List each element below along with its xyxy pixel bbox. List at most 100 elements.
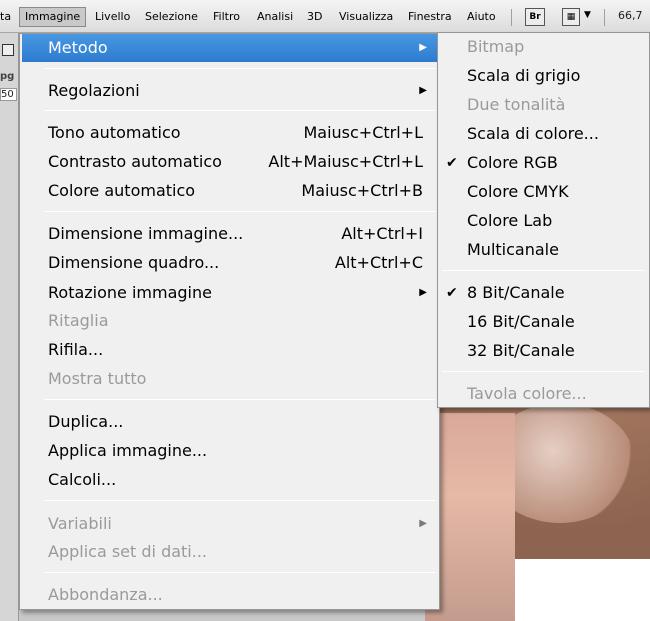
menu-item-duplica[interactable]: Duplica... <box>22 408 437 436</box>
menu-finestra[interactable]: Finestra <box>403 7 457 27</box>
menu-item-regolazioni[interactable]: Regolazioni ▶ <box>22 77 437 105</box>
menu-separator <box>442 270 645 271</box>
shortcut-label: Alt+Maiusc+Ctrl+L <box>268 152 423 171</box>
checkmark-icon: ✔ <box>446 155 458 171</box>
menu-item-label: Rotazione immagine <box>48 283 212 302</box>
options-panel: pg 50 <box>0 33 19 621</box>
menu-livello[interactable]: Livello <box>90 7 135 27</box>
menu-item-label: Colore RGB <box>467 153 558 172</box>
menu-modifica[interactable]: ta <box>0 7 16 27</box>
menu-item-label: Colore CMYK <box>467 182 569 201</box>
menu-item-label: Dimensione immagine... <box>48 224 244 243</box>
submenu-item-scala-di-colore[interactable]: Scala di colore... <box>440 120 647 148</box>
shortcut-label: Maiusc+Ctrl+L <box>303 123 423 142</box>
menu-item-label: Scala di grigio <box>467 66 581 85</box>
menu-immagine[interactable]: Immagine <box>19 7 87 27</box>
submenu-arrow-icon: ▶ <box>419 287 427 298</box>
menu-item-label: Calcoli... <box>48 470 117 489</box>
submenu-item-scala-di-grigio[interactable]: Scala di grigio <box>440 62 647 90</box>
menu-item-label: Applica set di dati... <box>48 542 207 561</box>
menu-separator <box>44 399 435 400</box>
menu-item-colore-automatico[interactable]: Colore automatico Maiusc+Ctrl+B <box>22 177 437 205</box>
menu-item-label: 32 Bit/Canale <box>467 341 575 360</box>
menu-item-label: Bitmap <box>467 37 525 56</box>
submenu-item-multicanale[interactable]: Multicanale <box>440 236 647 264</box>
menu-item-label: Regolazioni <box>48 81 140 100</box>
submenu-arrow-icon: ▶ <box>419 85 427 96</box>
menu-3d[interactable]: 3D <box>302 7 327 27</box>
shortcut-label: Alt+Ctrl+I <box>341 224 423 243</box>
menu-item-label: Ritaglia <box>48 311 109 330</box>
menu-item-tono-automatico[interactable]: Tono automatico Maiusc+Ctrl+L <box>22 119 437 147</box>
menu-item-ritaglia: Ritaglia <box>22 307 437 335</box>
checkmark-icon: ✔ <box>446 285 458 301</box>
menu-item-applica-set-di-dati: Applica set di dati... <box>22 538 437 566</box>
immagine-menu: Metodo ▶ Regolazioni ▶ Tono automatico M… <box>19 33 440 610</box>
submenu-item-colore-rgb[interactable]: ✔ Colore RGB <box>440 149 647 177</box>
chevron-down-icon[interactable]: ▼ <box>584 10 591 20</box>
menubar-divider <box>604 9 605 26</box>
value-field[interactable]: 50 <box>0 88 17 101</box>
menu-visualizza[interactable]: Visualizza <box>334 7 398 27</box>
submenu-item-32-bit[interactable]: 32 Bit/Canale <box>440 337 647 365</box>
menu-item-contrasto-automatico[interactable]: Contrasto automatico Alt+Maiusc+Ctrl+L <box>22 148 437 176</box>
submenu-item-colore-cmyk[interactable]: Colore CMYK <box>440 178 647 206</box>
shortcut-label: Maiusc+Ctrl+B <box>301 181 423 200</box>
menu-item-label: 8 Bit/Canale <box>467 283 565 302</box>
menu-item-rifila[interactable]: Rifila... <box>22 336 437 364</box>
canvas-blank-area <box>515 559 650 621</box>
menu-item-abbondanza: Abbondanza... <box>22 581 437 609</box>
menu-separator <box>44 68 435 69</box>
menu-analisi[interactable]: Analisi <box>252 7 298 27</box>
menu-item-dimensione-immagine[interactable]: Dimensione immagine... Alt+Ctrl+I <box>22 220 437 248</box>
menu-item-label: Variabili <box>48 514 112 533</box>
menu-item-label: Due tonalità <box>467 95 566 114</box>
menu-item-label: Abbondanza... <box>48 585 163 604</box>
submenu-item-bitmap: Bitmap <box>440 33 647 61</box>
menu-item-label: Multicanale <box>467 240 559 259</box>
submenu-item-8-bit[interactable]: ✔ 8 Bit/Canale <box>440 279 647 307</box>
menubar-divider <box>511 9 512 26</box>
menu-item-label: Scala di colore... <box>467 124 599 143</box>
menu-item-label: Dimensione quadro... <box>48 253 220 272</box>
menu-aiuto[interactable]: Aiuto <box>462 7 501 27</box>
submenu-item-due-tonalita: Due tonalità <box>440 91 647 119</box>
submenu-arrow-icon: ▶ <box>419 42 427 53</box>
menu-item-label: Contrasto automatico <box>48 152 222 171</box>
metodo-submenu: Bitmap Scala di grigio Due tonalità Scal… <box>437 32 650 408</box>
menu-item-label: Applica immagine... <box>48 441 208 460</box>
menu-selezione[interactable]: Selezione <box>140 7 203 27</box>
zoom-level[interactable]: 66,7 <box>618 9 643 22</box>
menu-separator <box>44 211 435 212</box>
menu-item-label: Duplica... <box>48 412 124 431</box>
menu-separator <box>442 371 645 372</box>
submenu-item-colore-lab[interactable]: Colore Lab <box>440 207 647 235</box>
menu-item-label: Colore automatico <box>48 181 196 200</box>
menu-bar: ta Immagine Livello Selezione Filtro Ana… <box>0 0 650 33</box>
shortcut-label: Alt+Ctrl+C <box>334 253 423 272</box>
menu-item-label: Metodo <box>48 38 108 57</box>
menu-filtro[interactable]: Filtro <box>208 7 245 27</box>
menu-item-dimensione-quadro[interactable]: Dimensione quadro... Alt+Ctrl+C <box>22 249 437 277</box>
tool-icon[interactable] <box>2 44 14 56</box>
menu-separator <box>44 110 435 111</box>
bridge-button[interactable]: Br <box>525 8 545 26</box>
menu-item-metodo[interactable]: Metodo ▶ <box>22 34 437 62</box>
submenu-item-16-bit[interactable]: 16 Bit/Canale <box>440 308 647 336</box>
menu-item-rotazione-immagine[interactable]: Rotazione immagine ▶ <box>22 279 437 307</box>
menu-item-mostra-tutto: Mostra tutto <box>22 365 437 393</box>
menu-item-label: Rifila... <box>48 340 104 359</box>
submenu-arrow-icon: ▶ <box>419 518 427 529</box>
screen-mode-icon[interactable]: ▦ <box>562 8 580 26</box>
menu-item-label: 16 Bit/Canale <box>467 312 575 331</box>
submenu-item-tavola-colore: Tavola colore... <box>440 380 647 408</box>
menu-item-label: Tavola colore... <box>467 384 587 403</box>
menu-item-applica-immagine[interactable]: Applica immagine... <box>22 437 437 465</box>
menu-item-label: Tono automatico <box>48 123 181 142</box>
menu-separator <box>44 572 435 573</box>
menu-item-variabili: Variabili ▶ <box>22 510 437 538</box>
menu-item-label: Mostra tutto <box>48 369 147 388</box>
document-tab-label: pg <box>0 71 15 82</box>
menu-item-calcoli[interactable]: Calcoli... <box>22 466 437 494</box>
menu-item-label: Colore Lab <box>467 211 553 230</box>
